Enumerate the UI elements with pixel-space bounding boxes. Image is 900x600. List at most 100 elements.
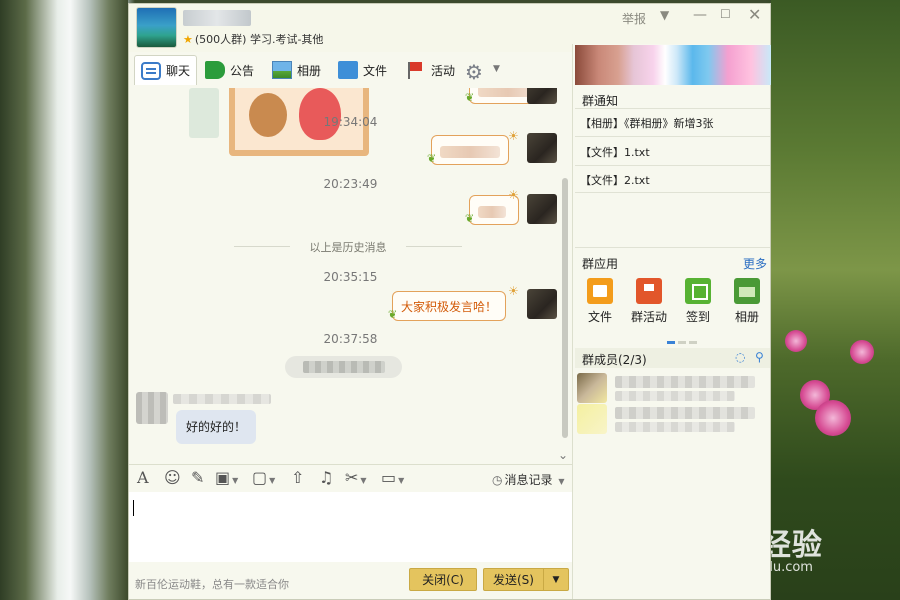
scroll-down-icon[interactable]: ⌄ — [558, 448, 568, 462]
maximize-icon[interactable]: ☐ — [720, 7, 731, 21]
message-record-label: 消息记录 — [504, 473, 553, 487]
tab-notice[interactable]: 公告 — [205, 55, 254, 85]
cup-illustration — [189, 88, 219, 138]
my-message-bubble[interactable] — [431, 135, 509, 165]
bunny-illustration — [299, 88, 341, 140]
music-icon[interactable]: ♫ — [319, 468, 333, 487]
group-banner[interactable] — [575, 45, 771, 85]
divider — [575, 136, 770, 137]
member-avatar — [577, 404, 607, 434]
app-album[interactable]: 相册 — [727, 278, 767, 325]
tab-label: 活动 — [431, 63, 456, 78]
send-button[interactable]: 发送(S) — [483, 568, 543, 591]
app-label: 签到 — [685, 310, 710, 324]
gif-icon[interactable]: ▣ ▼ — [215, 468, 238, 487]
file-app-icon — [587, 278, 613, 304]
divider — [575, 165, 770, 166]
chat-history[interactable]: ❦ 19:34:04 ☀ ❦ 20:23:49 ☀ ❦ 以上是历史消息 20:3… — [129, 88, 572, 464]
tab-album[interactable]: 相册 — [272, 55, 321, 85]
my-avatar[interactable] — [527, 289, 557, 319]
leaf-icon: ❦ — [465, 212, 475, 225]
message-input[interactable] — [129, 492, 572, 562]
sun-icon: ☀ — [508, 129, 519, 143]
text-caret — [133, 500, 134, 516]
sun-icon: ☀ — [508, 284, 519, 298]
chevron-down-icon[interactable]: ▼ — [269, 476, 275, 485]
blurred-content — [478, 205, 506, 218]
member-name-blurred — [615, 407, 755, 419]
gear-icon[interactable]: ⚙ — [465, 60, 483, 84]
tab-chat[interactable]: 聊天 — [134, 55, 198, 85]
pager-dot-active[interactable] — [667, 341, 675, 344]
tab-label: 公告 — [230, 63, 255, 78]
peer-message-bubble[interactable]: 好的好的！ — [176, 410, 257, 444]
peer-avatar[interactable] — [136, 392, 168, 424]
upload-icon[interactable]: ⇧ — [291, 468, 304, 487]
chevron-down-icon[interactable]: ▼ — [360, 476, 366, 485]
chevron-down-icon[interactable]: ▼ — [232, 476, 238, 485]
folder-icon — [338, 61, 358, 79]
menu-dropdown-icon[interactable]: ▼ — [660, 8, 669, 22]
members-title: 群成员(2/3) — [582, 353, 647, 367]
chevron-down-icon[interactable]: ▼ — [493, 64, 500, 74]
image-icon[interactable]: ▢ ▼ — [252, 468, 275, 487]
notice-item[interactable]: 【相册】《群相册》新增3张 — [580, 115, 768, 131]
leaf-icon: ❦ — [388, 308, 398, 321]
group-avatar[interactable] — [136, 7, 177, 48]
report-button[interactable]: 举报 — [622, 10, 646, 27]
app-label: 相册 — [734, 310, 759, 324]
pager-dot[interactable] — [678, 341, 686, 344]
app-checkin[interactable]: 签到 — [678, 278, 718, 325]
app-group-event[interactable]: 群活动 — [629, 278, 669, 325]
blurred-content — [303, 361, 385, 373]
app-files[interactable]: 文件 — [580, 278, 620, 325]
chevron-down-icon[interactable]: ▼ — [558, 477, 564, 486]
wallpaper-waterfall — [0, 0, 128, 600]
tab-files[interactable]: 文件 — [338, 55, 387, 85]
chat-bubble-icon[interactable]: ◌ — [735, 350, 745, 364]
member-item[interactable] — [577, 404, 765, 434]
my-avatar[interactable] — [527, 133, 557, 163]
function-tabs: 聊天 公告 相册 文件 活动 ⚙ ▼ — [129, 52, 572, 88]
tab-label: 文件 — [363, 63, 388, 78]
more-tools-icon[interactable]: ▭ ▼ — [381, 468, 404, 487]
minimize-icon[interactable]: — — [693, 7, 707, 23]
shake-icon[interactable]: ✎ — [191, 468, 204, 487]
notice-section-title: 群通知 — [582, 94, 619, 108]
search-icon[interactable]: ⚲ — [755, 350, 764, 364]
notice-item[interactable]: 【文件】2.txt — [580, 172, 768, 188]
font-icon[interactable]: A — [137, 468, 149, 487]
flower-decoration — [815, 400, 851, 436]
chat-scrollbar[interactable] — [562, 178, 568, 438]
history-divider: 以上是历史消息 — [234, 239, 462, 255]
notice-item[interactable]: 【文件】1.txt — [580, 144, 768, 160]
message-record-button[interactable]: ◷ 消息记录 ▼ — [492, 471, 564, 488]
chevron-down-icon[interactable]: ▼ — [398, 476, 404, 485]
timestamp: 20:37:58 — [323, 332, 378, 346]
timestamp: 20:23:49 — [323, 177, 378, 191]
ad-link[interactable]: 新百伦运动鞋，总有一款适合你 — [135, 576, 289, 592]
divider — [575, 192, 770, 193]
input-toolbar: A ☺ ✎ ▣ ▼ ▢ ▼ ⇧ ♫ ✂ ▼ ▭ ▼ ◷ 消息记录 ▼ — [129, 464, 572, 492]
emoji-icon[interactable]: ☺ — [164, 468, 181, 487]
clock-icon: ◷ — [492, 473, 503, 487]
peer-name-blurred — [173, 394, 271, 404]
my-message-bubble[interactable]: 大家积极发言哈！ — [392, 291, 507, 321]
member-item[interactable] — [577, 373, 765, 403]
screenshot-icon[interactable]: ✂ ▼ — [345, 468, 367, 487]
divider — [575, 247, 770, 248]
my-avatar[interactable] — [527, 88, 557, 104]
group-meta: ★ (500人群) 学习.考试-其他 — [183, 31, 323, 47]
pager-dot[interactable] — [689, 341, 697, 344]
leaf-icon: ❦ — [427, 152, 437, 165]
send-options-button[interactable]: ▼ — [543, 568, 569, 591]
tab-activity[interactable]: 活动 — [406, 55, 455, 85]
close-icon[interactable]: ✕ — [748, 5, 761, 24]
event-app-icon — [636, 278, 662, 304]
close-button[interactable]: 关闭(C) — [409, 568, 477, 591]
group-name-blurred[interactable] — [183, 10, 251, 26]
more-apps-link[interactable]: 更多 — [743, 255, 767, 272]
my-avatar[interactable] — [527, 194, 557, 224]
member-sub-blurred — [615, 391, 735, 401]
apps-pager[interactable] — [667, 333, 701, 344]
